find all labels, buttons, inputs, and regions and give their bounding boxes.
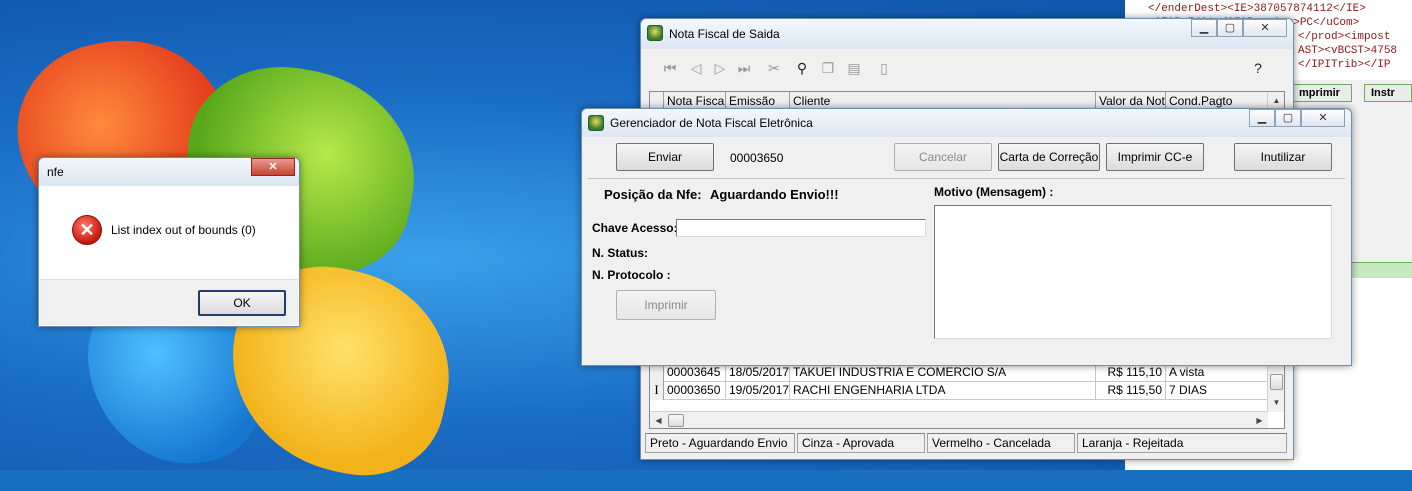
imprimir-cce-button[interactable]: Imprimir CC-e (1106, 143, 1204, 171)
enviar-button[interactable]: Enviar (616, 143, 714, 171)
row-gutter (650, 364, 664, 382)
gnfe-titlebar[interactable]: Gerenciador de Nota Fiscal Eletrônica ▁ … (582, 109, 1351, 137)
cell-nota: 00003650 (664, 382, 726, 400)
gnfe-caption-buttons: ▁ ▢ ✕ (1249, 109, 1345, 127)
scroll-thumb[interactable] (1270, 374, 1283, 390)
app-icon (647, 25, 663, 41)
nfs-caption-buttons: ▁ ▢ ✕ (1191, 19, 1287, 37)
close-icon[interactable]: ✕ (251, 158, 295, 176)
help-icon[interactable]: ? (1247, 57, 1269, 79)
n-protocolo-label: N. Protocolo : (592, 268, 671, 282)
gnfe-title: Gerenciador de Nota Fiscal Eletrônica (610, 116, 813, 130)
chave-acesso-input[interactable] (676, 219, 926, 237)
msg-titlebar[interactable]: nfe ✕ (39, 158, 299, 186)
grid-gutter-header (650, 92, 664, 109)
nfs-toolbar: ⏮ ◁ ▷ ⏭ ✂ ⚲ ❐ ▤ ▯ ? (649, 57, 1285, 81)
cell-cond: 7 DIAS (1166, 382, 1270, 400)
cell-emissao: 19/05/2017 (726, 382, 790, 400)
nfs-titlebar[interactable]: Nota Fiscal de Saida ▁ ▢ ✕ (641, 19, 1293, 49)
row-cursor-icon: I (650, 382, 664, 400)
nfs-title: Nota Fiscal de Saida (669, 27, 780, 41)
minimize-icon[interactable]: ▁ (1249, 109, 1275, 127)
scroll-down-icon[interactable]: ▼ (1268, 394, 1284, 411)
msg-button-area: OK (40, 279, 298, 325)
legend-statusbar: Preto - Aguardando Envio Cinza - Aprovad… (645, 433, 1291, 453)
cell-valor: R$ 115,10 (1096, 364, 1166, 382)
col-cliente[interactable]: Cliente (790, 92, 1096, 109)
prev-record-icon[interactable]: ◁ (685, 57, 707, 79)
copy-icon[interactable]: ❐ (817, 57, 839, 79)
paste-icon[interactable]: ▤ (843, 57, 865, 79)
last-record-icon[interactable]: ⏭ (733, 57, 755, 79)
imprimir-button[interactable]: Imprimir (616, 290, 716, 320)
col-emissao[interactable]: Emissão (726, 92, 790, 109)
minimize-icon[interactable]: ▁ (1191, 19, 1217, 37)
close-icon[interactable]: ✕ (1243, 19, 1287, 37)
cancelar-button[interactable]: Cancelar (894, 143, 992, 171)
app-icon (588, 115, 604, 131)
xml-line: </enderDest><IE>387057874112</IE> (1148, 3, 1366, 15)
nota-number: 00003650 (730, 151, 784, 165)
scroll-up-icon[interactable]: ▲ (1268, 92, 1284, 109)
maximize-icon[interactable]: ▢ (1217, 19, 1243, 37)
status-preto: Preto - Aguardando Envio (645, 433, 795, 453)
grid-horizontal-scrollbar[interactable]: ◀ ▶ (650, 411, 1268, 428)
scroll-right-icon[interactable]: ▶ (1251, 412, 1268, 428)
cell-cond: A vista (1166, 364, 1270, 382)
first-record-icon[interactable]: ⏮ (659, 57, 681, 79)
scroll-left-icon[interactable]: ◀ (650, 412, 667, 428)
posicao-value: Aguardando Envio!!! (710, 187, 839, 202)
cell-valor: R$ 115,50 (1096, 382, 1166, 400)
hscroll-thumb[interactable] (668, 414, 684, 427)
status-laranja: Laranja - Rejeitada (1077, 433, 1287, 453)
binoculars-icon[interactable]: ⚲ (791, 57, 813, 79)
status-cinza: Cinza - Aprovada (797, 433, 925, 453)
action-bar: Enviar 00003650 Cancelar Carta de Correç… (588, 139, 1345, 179)
status-vermelho: Vermelho - Cancelada (927, 433, 1075, 453)
close-icon[interactable]: ✕ (1301, 109, 1345, 127)
gerenciador-nfe-window: Gerenciador de Nota Fiscal Eletrônica ▁ … (581, 108, 1352, 366)
xml-instr-button[interactable]: Instr (1364, 84, 1412, 102)
error-message: List index out of bounds (0) (111, 223, 256, 237)
cell-emissao: 18/05/2017 (726, 364, 790, 382)
error-message-box: nfe ✕ ✕ List index out of bounds (0) OK (38, 157, 300, 327)
next-record-icon[interactable]: ▷ (709, 57, 731, 79)
motivo-textarea[interactable] (934, 205, 1332, 339)
exit-door-icon[interactable]: ▯ (873, 57, 895, 79)
table-row[interactable]: I 00003650 19/05/2017 RACHI ENGENHARIA L… (650, 382, 1270, 400)
msg-title: nfe (47, 165, 64, 179)
cell-cliente: TAKUEI INDUSTRIA E COMERCIO S/A (790, 364, 1096, 382)
carta-correcao-button[interactable]: Carta de Correção (998, 143, 1100, 171)
col-valor-nota[interactable]: Valor da Nota (1096, 92, 1166, 109)
col-nota-fiscal[interactable]: Nota Fiscal (664, 92, 726, 109)
table-row[interactable]: 00003645 18/05/2017 TAKUEI INDUSTRIA E C… (650, 364, 1270, 382)
maximize-icon[interactable]: ▢ (1275, 109, 1301, 127)
cell-nota: 00003645 (664, 364, 726, 382)
posicao-label: Posição da Nfe: (604, 187, 702, 202)
inutilizar-button[interactable]: Inutilizar (1234, 143, 1332, 171)
msg-caption-buttons: ✕ (251, 158, 295, 176)
ok-button[interactable]: OK (198, 290, 286, 316)
cell-cliente: RACHI ENGENHARIA LTDA (790, 382, 1096, 400)
n-status-label: N. Status: (592, 246, 649, 260)
motivo-label: Motivo (Mensagem) : (934, 185, 1054, 199)
col-cond-pagto[interactable]: Cond.Pagto (1166, 92, 1270, 109)
chave-acesso-label: Chave Acesso: (592, 221, 678, 235)
error-icon: ✕ (72, 215, 102, 245)
tools-icon[interactable]: ✂ (763, 57, 785, 79)
xml-imprimir-button[interactable]: mprimir (1292, 84, 1352, 102)
